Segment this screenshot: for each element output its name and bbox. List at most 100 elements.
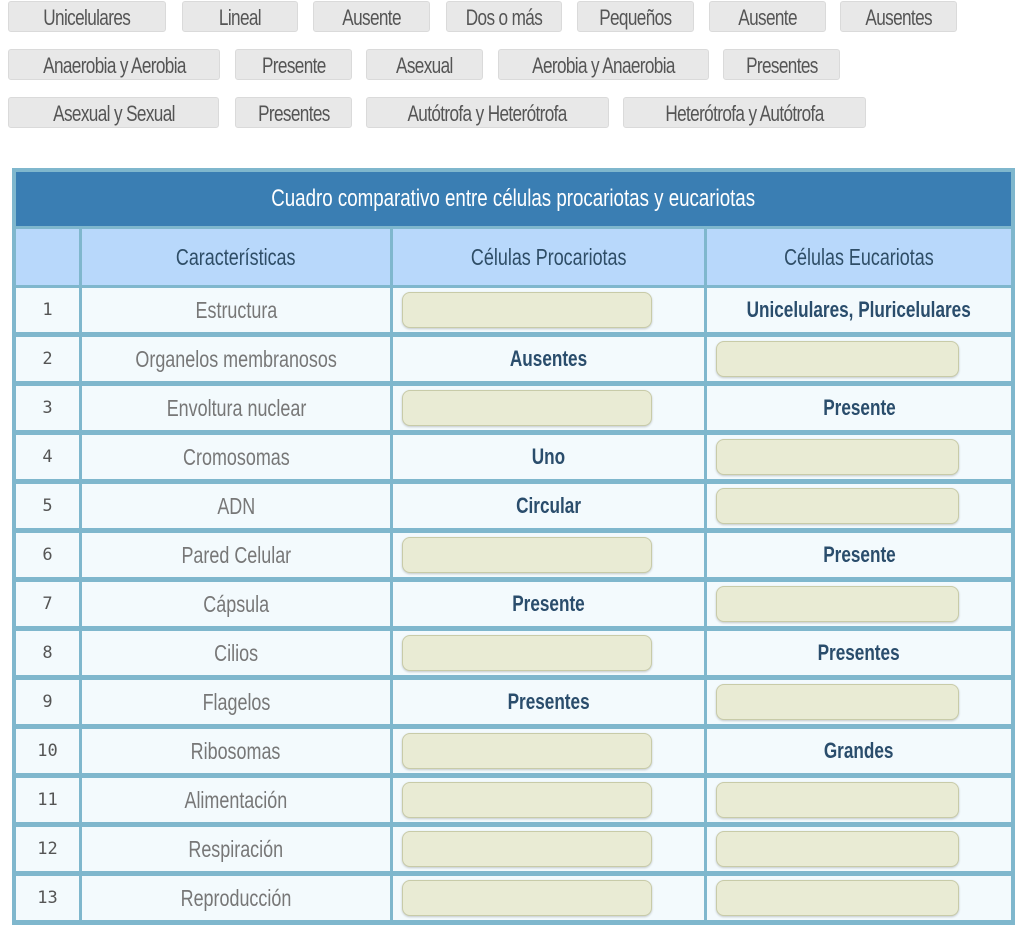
- answer-chip-label: Presentes: [257, 101, 330, 126]
- feature-cell-text: ADN: [217, 493, 255, 519]
- answer-chip[interactable]: Asexual: [366, 49, 483, 80]
- row-number: 4: [16, 435, 79, 479]
- eukaryote-cell: [707, 876, 1011, 920]
- eukaryote-cell: Presentes: [707, 631, 1011, 675]
- row-number: 11: [16, 778, 79, 822]
- drop-zone[interactable]: [402, 390, 652, 426]
- eukaryote-cell-text: Grandes: [824, 738, 894, 763]
- feature-cell: Organelos membranosos: [82, 337, 390, 381]
- feature-cell: Cromosomas: [82, 435, 390, 479]
- answer-chip[interactable]: Anaerobia y Aerobia: [8, 49, 220, 80]
- drop-zone[interactable]: [402, 782, 652, 818]
- eukaryote-cell: [707, 337, 1011, 381]
- row-number-text: 10: [37, 741, 58, 761]
- drop-zone[interactable]: [402, 635, 652, 671]
- answer-chip[interactable]: Autótrofa y Heterótrofa: [366, 97, 609, 128]
- eukaryote-cell-text: Presentes: [817, 640, 901, 665]
- table-title-text: Cuadro comparativo entre células procari…: [271, 185, 756, 212]
- eukaryote-cell: Unicelulares, Pluricelulares: [707, 288, 1011, 332]
- header-eukaryote: Células Eucariotas: [707, 229, 1011, 285]
- answer-chip-label: Lineal: [218, 5, 262, 30]
- row-number: 10: [16, 729, 79, 773]
- drop-zone[interactable]: [402, 537, 652, 573]
- row-number: 1: [16, 288, 79, 332]
- eukaryote-cell: [707, 435, 1011, 479]
- answer-chip-label: Anaerobia y Aerobia: [42, 53, 186, 78]
- feature-cell-text: Cápsula: [203, 591, 269, 617]
- row-number: 7: [16, 582, 79, 626]
- answer-chip[interactable]: Ausentes: [840, 1, 957, 32]
- answer-chip-label: Ausente: [738, 5, 797, 30]
- row-number-text: 9: [42, 692, 53, 712]
- answer-chip-label: Unicelulares: [43, 5, 132, 30]
- row-number: 5: [16, 484, 79, 528]
- row-number-text: 7: [42, 594, 53, 614]
- answer-chip[interactable]: Presentes: [723, 49, 840, 80]
- answer-chip-label: Presentes: [745, 53, 818, 78]
- drop-zone[interactable]: [716, 439, 959, 475]
- feature-cell-text: Envoltura nuclear: [166, 395, 306, 421]
- feature-cell: Reproducción: [82, 876, 390, 920]
- feature-cell: Respiración: [82, 827, 390, 871]
- eukaryote-cell: Grandes: [707, 729, 1011, 773]
- row-number-text: 2: [42, 349, 53, 369]
- prokaryote-cell-text: Circular: [516, 493, 581, 518]
- feature-cell-text: Respiración: [188, 836, 284, 862]
- feature-cell: Estructura: [82, 288, 390, 332]
- prokaryote-cell: Ausentes: [393, 337, 704, 381]
- answer-chip[interactable]: Asexual y Sexual: [8, 97, 219, 128]
- feature-cell: Pared Celular: [82, 533, 390, 577]
- feature-cell-text: Alimentación: [184, 787, 288, 813]
- prokaryote-cell: [393, 288, 704, 332]
- answer-chip[interactable]: Unicelulares: [8, 1, 166, 32]
- feature-cell: Cápsula: [82, 582, 390, 626]
- row-number: 6: [16, 533, 79, 577]
- answer-chip[interactable]: Lineal: [182, 1, 298, 32]
- drop-zone[interactable]: [716, 880, 959, 916]
- answer-chip[interactable]: Ausente: [709, 1, 826, 32]
- answer-chip[interactable]: Ausente: [313, 1, 430, 32]
- row-number-text: 1: [42, 300, 53, 320]
- answer-chip[interactable]: Aerobia y Anaerobia: [498, 49, 709, 80]
- eukaryote-cell: [707, 484, 1011, 528]
- row-number: 3: [16, 386, 79, 430]
- drop-zone[interactable]: [716, 586, 959, 622]
- answer-chip-label: Aerobia y Anaerobia: [532, 53, 675, 78]
- answer-chip-label: Asexual y Sexual: [52, 101, 175, 126]
- prokaryote-cell: [393, 827, 704, 871]
- feature-cell-text: Organelos membranosos: [135, 346, 337, 372]
- eukaryote-cell: [707, 680, 1011, 724]
- drop-zone[interactable]: [402, 292, 652, 328]
- row-number-text: 3: [42, 398, 53, 418]
- row-number-text: 13: [37, 888, 58, 908]
- prokaryote-cell: Presentes: [393, 680, 704, 724]
- drop-zone[interactable]: [716, 341, 959, 377]
- header-number: [16, 229, 79, 285]
- drop-zone[interactable]: [402, 880, 652, 916]
- feature-cell: ADN: [82, 484, 390, 528]
- feature-cell-text: Reproducción: [180, 885, 292, 911]
- prokaryote-cell: [393, 386, 704, 430]
- prokaryote-cell-text: Presentes: [507, 689, 590, 714]
- row-number: 2: [16, 337, 79, 381]
- drop-zone[interactable]: [716, 831, 959, 867]
- feature-cell: Cilios: [82, 631, 390, 675]
- row-number-text: 12: [37, 839, 58, 859]
- row-number: 8: [16, 631, 79, 675]
- answer-chip[interactable]: Heterótrofa y Autótrofa: [623, 97, 866, 128]
- comparison-table: Cuadro comparativo entre células procari…: [12, 168, 1015, 925]
- feature-cell-text: Cromosomas: [182, 444, 290, 470]
- drop-zone[interactable]: [716, 782, 959, 818]
- answer-chip[interactable]: Presente: [235, 49, 352, 80]
- row-number-text: 8: [42, 643, 53, 663]
- drop-zone[interactable]: [402, 733, 652, 769]
- header-eukaryote-text: Células Eucariotas: [784, 244, 934, 270]
- drop-zone[interactable]: [716, 488, 959, 524]
- prokaryote-cell: Uno: [393, 435, 704, 479]
- answer-chip[interactable]: Presentes: [235, 97, 352, 128]
- feature-cell: Ribosomas: [82, 729, 390, 773]
- drop-zone[interactable]: [716, 684, 959, 720]
- drop-zone[interactable]: [402, 831, 652, 867]
- answer-chip[interactable]: Dos o más: [446, 1, 562, 32]
- answer-chip[interactable]: Pequeños: [577, 1, 694, 32]
